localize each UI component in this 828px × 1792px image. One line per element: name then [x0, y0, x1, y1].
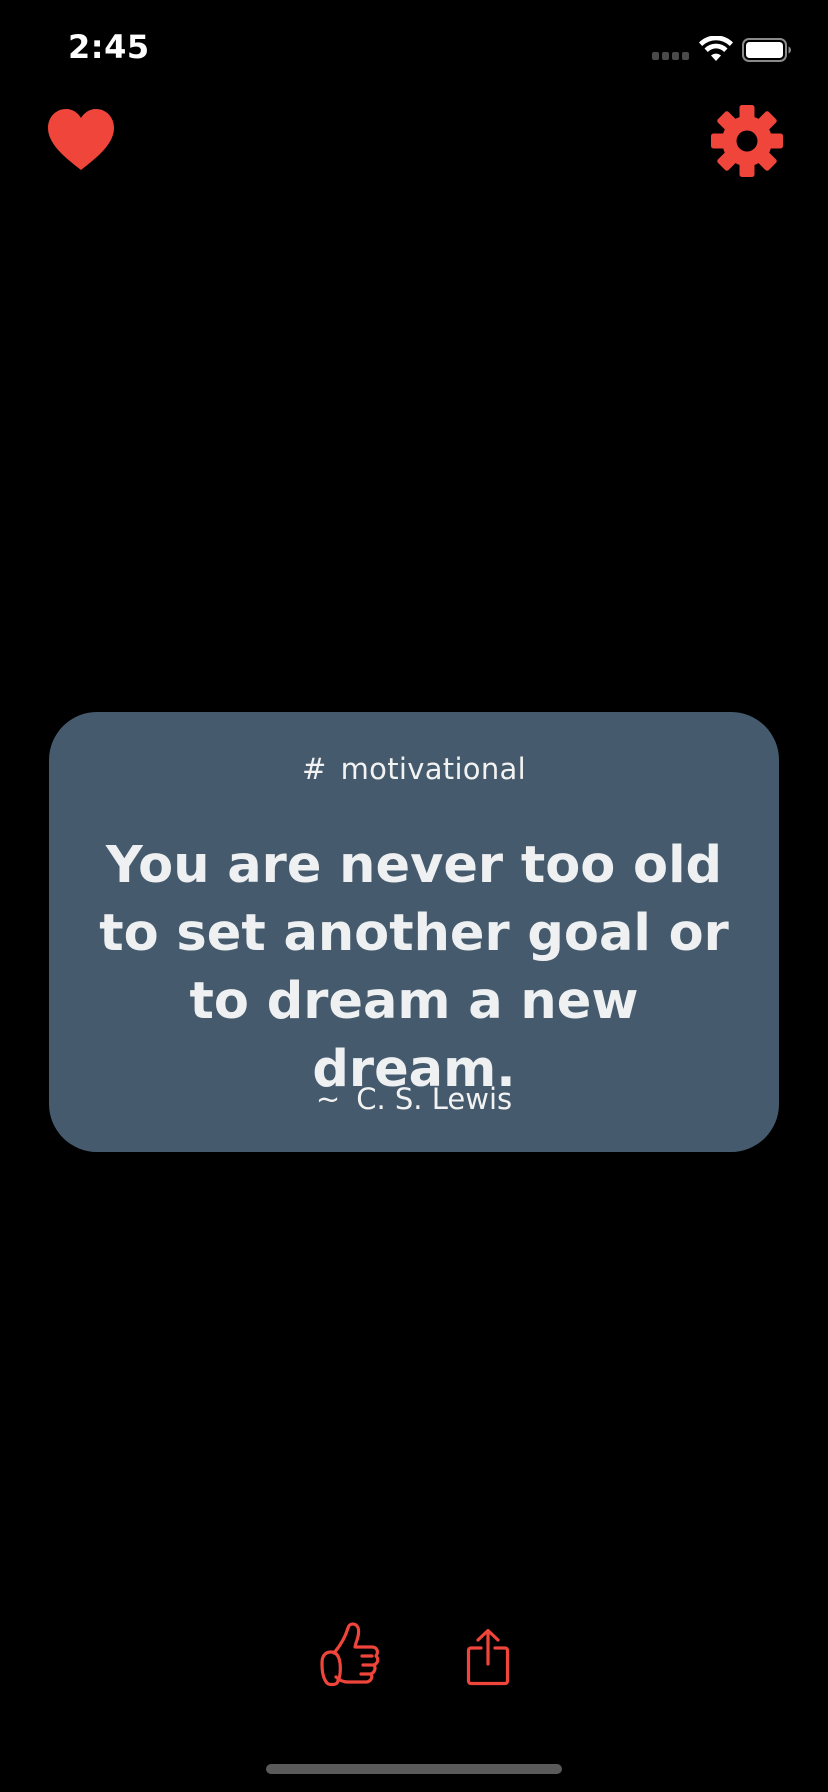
wifi-icon — [699, 36, 733, 61]
quote-category-tag: # motivational — [49, 752, 779, 786]
cellular-signal-icon — [652, 52, 692, 62]
quote-category-label: motivational — [340, 752, 526, 786]
hashtag-symbol: # — [302, 752, 327, 786]
home-indicator[interactable] — [266, 1764, 562, 1774]
author-name: C. S. Lewis — [356, 1082, 513, 1116]
thumbs-up-icon[interactable] — [318, 1622, 382, 1688]
status-time: 2:45 — [68, 28, 150, 66]
quote-card[interactable]: # motivational You are never too old to s… — [49, 712, 779, 1152]
status-bar: 2:45 — [0, 0, 828, 100]
quote-text: You are never too old to set another goa… — [99, 836, 729, 1099]
heart-icon[interactable] — [46, 108, 116, 172]
share-icon[interactable] — [466, 1628, 510, 1686]
quote-author: ~ C. S. Lewis — [49, 1082, 779, 1116]
battery-icon — [742, 38, 791, 62]
author-prefix: ~ — [315, 1082, 341, 1116]
gear-icon[interactable] — [710, 104, 784, 178]
